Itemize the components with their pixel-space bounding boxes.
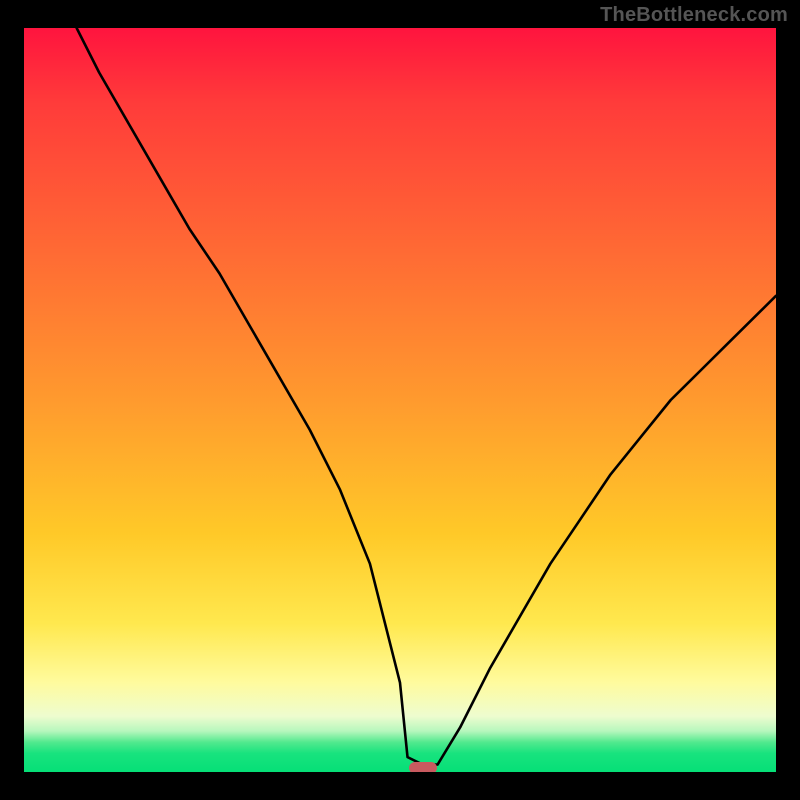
plot-area [24,28,776,772]
chart-frame: TheBottleneck.com [0,0,800,800]
optimal-marker [409,762,437,772]
bottleneck-curve [24,28,776,772]
watermark-text: TheBottleneck.com [600,4,788,27]
